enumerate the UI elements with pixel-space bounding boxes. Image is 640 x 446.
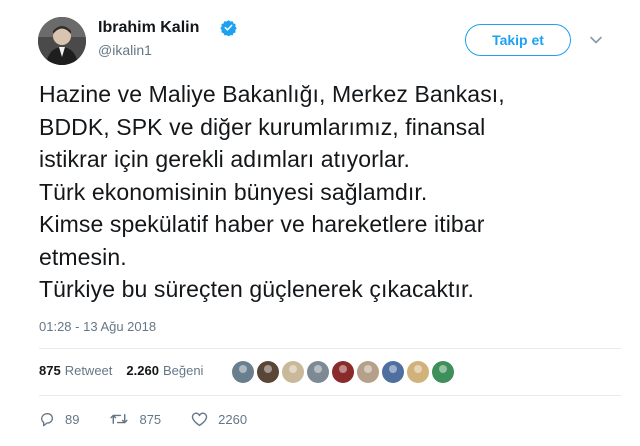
- like-stat-label: Beğeni: [162, 363, 204, 378]
- tweet-timestamp[interactable]: 01:28 - 13 Ağu 2018: [39, 319, 156, 334]
- chevron-down-icon[interactable]: [589, 33, 603, 47]
- like-button[interactable]: 2260: [191, 411, 247, 427]
- liker-avatar[interactable]: [332, 361, 354, 383]
- liker-avatar[interactable]: [382, 361, 404, 383]
- profile-avatar[interactable]: [38, 17, 86, 65]
- liker-avatar[interactable]: [407, 361, 429, 383]
- liker-avatars: [232, 361, 457, 383]
- retweet-stat-count: 875: [39, 363, 61, 378]
- divider: [39, 348, 621, 349]
- tweet-actions: 89 875 2260: [39, 411, 277, 427]
- reply-button[interactable]: 89: [39, 411, 79, 427]
- tweet-line: istikrar için gerekli adımları atıyorlar…: [39, 146, 410, 172]
- liker-avatar[interactable]: [257, 361, 279, 383]
- like-count: 2260: [218, 411, 248, 427]
- verified-badge-icon: [220, 20, 237, 36]
- liker-avatar[interactable]: [282, 361, 304, 383]
- reply-icon: [41, 412, 53, 427]
- retweet-icon: [110, 413, 129, 424]
- like-stat[interactable]: 2.260 Beğeni: [126, 363, 203, 378]
- retweet-count: 875: [139, 411, 162, 427]
- follow-button[interactable]: Takip et: [465, 24, 571, 56]
- retweet-stat[interactable]: 875 Retweet: [39, 363, 112, 378]
- engagement-stats: 875 Retweet 2.260 Beğeni: [39, 363, 217, 378]
- liker-avatar[interactable]: [357, 361, 379, 383]
- tweet-line: BDDK, SPK ve diğer kurumlarımız, finansa…: [39, 113, 486, 140]
- tweet-line: Hazine ve Maliye Bakanlığı, Merkez Banka…: [39, 81, 505, 107]
- liker-avatar[interactable]: [307, 361, 329, 383]
- retweet-button[interactable]: 875: [109, 411, 161, 427]
- liker-avatar[interactable]: [232, 361, 254, 383]
- retweet-stat-label: Retweet: [64, 363, 113, 378]
- tweet-line: etmesin.: [39, 243, 127, 270]
- display-name[interactable]: Ibrahim Kalin: [98, 19, 199, 37]
- username[interactable]: @ikalin1: [98, 42, 152, 58]
- reply-count: 89: [65, 411, 80, 427]
- tweet-line: Türkiye bu süreçten güçlenerek çıkacaktı…: [39, 276, 475, 302]
- divider: [39, 395, 621, 396]
- liker-avatar[interactable]: [432, 361, 454, 383]
- like-stat-count: 2.260: [126, 363, 159, 378]
- tweet-line: Türk ekonomisinin bünyesi sağlamdır.: [39, 178, 428, 205]
- heart-icon: [191, 412, 208, 427]
- tweet-text: Hazine ve Maliye Bakanlığı, Merkez Banka…: [39, 78, 619, 306]
- tweet-line: Kimse spekülatif haber ve hareketlere it…: [39, 211, 485, 237]
